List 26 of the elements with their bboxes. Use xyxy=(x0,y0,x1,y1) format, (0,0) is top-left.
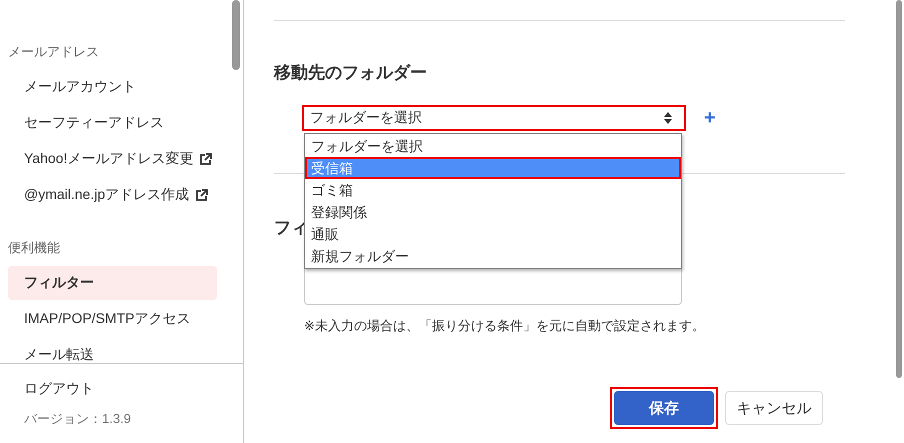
sidebar-item[interactable]: IMAP/POP/SMTPアクセス xyxy=(8,302,217,336)
dropdown-option[interactable]: 通販 xyxy=(305,223,681,245)
version-text: バージョン：1.3.9 xyxy=(24,410,132,428)
hint-text: ※未入力の場合は、「振り分ける条件」を元に自動で設定されます。 xyxy=(304,317,706,335)
sort-arrows-icon xyxy=(664,112,672,124)
dropdown-option[interactable]: 登録関係 xyxy=(305,201,681,223)
section-title: メールアドレス xyxy=(8,43,100,61)
add-folder-button[interactable]: + xyxy=(704,106,716,130)
folder-select[interactable]: フォルダーを選択 xyxy=(302,105,686,131)
sidebar-item[interactable]: @ymail.ne.jpアドレス作成 xyxy=(8,178,217,212)
section-heading: 移動先のフォルダー xyxy=(274,62,427,84)
dropdown-option[interactable]: 新規フォルダー xyxy=(305,245,681,267)
dropdown-option[interactable]: フォルダーを選択 xyxy=(305,135,681,157)
cancel-button[interactable]: キャンセル xyxy=(725,391,823,425)
save-button[interactable]: 保存 xyxy=(614,391,714,425)
section-title: 便利機能 xyxy=(8,239,61,257)
sidebar-item[interactable]: メールアカウント xyxy=(8,70,217,104)
sidebar-item[interactable]: フィルター xyxy=(8,266,217,300)
logout-link[interactable]: ログアウト xyxy=(24,380,243,398)
scrollbar-thumb[interactable] xyxy=(896,0,902,378)
sidebar-item[interactable]: メール転送 xyxy=(8,338,217,363)
dropdown-option[interactable]: ゴミ箱 xyxy=(305,179,681,201)
sidebar-item[interactable]: セーフティーアドレス xyxy=(8,106,217,140)
scrollbar-thumb[interactable] xyxy=(232,0,240,70)
sidebar-item[interactable]: Yahoo!メールアドレス変更 xyxy=(8,142,217,176)
section-heading: フィ xyxy=(274,217,308,239)
